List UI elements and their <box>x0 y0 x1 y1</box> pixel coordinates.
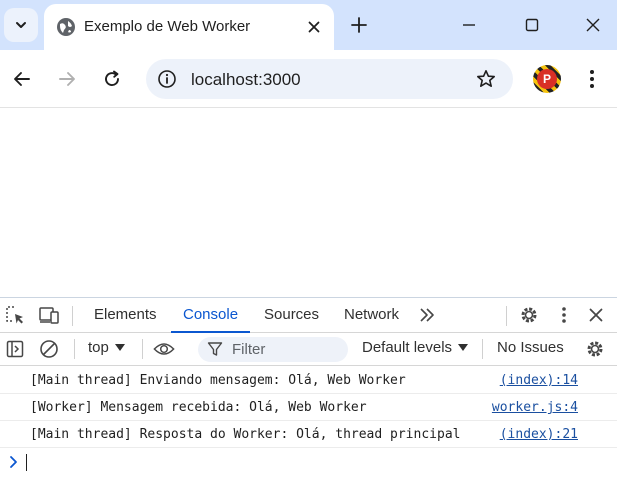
console-message-source-link[interactable]: (index):21 <box>500 427 578 442</box>
toolbar-divider <box>74 339 75 359</box>
reload-icon <box>105 70 119 86</box>
arrow-left-icon <box>14 72 30 86</box>
reload-button[interactable] <box>98 65 126 93</box>
minimize-button[interactable] <box>456 12 482 38</box>
console-settings-button[interactable] <box>584 338 606 360</box>
live-expression-button[interactable] <box>153 338 175 360</box>
devtools-tab-bar: Elements Console Sources Network <box>0 298 617 333</box>
issues-button[interactable]: No Issues <box>497 339 564 356</box>
caret-down-icon <box>458 343 469 351</box>
tab-console[interactable]: Console <box>170 298 251 333</box>
close-icon <box>589 308 603 322</box>
more-tabs-button[interactable] <box>416 304 438 326</box>
toolbar-divider <box>142 339 143 359</box>
address-url: localhost:3000 <box>191 70 301 89</box>
tab-title: Exemplo de Web Worker <box>84 18 251 35</box>
tab-network[interactable]: Network <box>344 298 399 332</box>
log-levels-value: Default levels <box>362 339 453 356</box>
devtools-panel: Elements Console Sources Network top Fil… <box>0 297 617 489</box>
close-icon <box>308 21 320 33</box>
console-message-source-link[interactable]: (index):14 <box>500 373 578 388</box>
console-message-source-link[interactable]: worker.js:4 <box>492 400 578 415</box>
console-prompt[interactable] <box>0 448 617 476</box>
chevron-right-icon <box>10 456 17 468</box>
globe-icon <box>57 18 75 36</box>
toolbar-divider <box>506 306 507 326</box>
back-button[interactable] <box>8 65 36 93</box>
inspect-icon <box>6 306 23 324</box>
profile-avatar[interactable]: P <box>533 65 561 93</box>
chevron-down-icon <box>16 22 26 28</box>
console-message: [Main thread] Enviando mensagem: Olá, We… <box>0 367 617 394</box>
more-vert-icon <box>590 70 594 88</box>
gear-icon <box>587 341 603 357</box>
console-message-text: [Main thread] Resposta do Worker: Olá, t… <box>30 427 461 442</box>
clear-console-button[interactable] <box>38 338 60 360</box>
bookmark-button[interactable] <box>475 68 497 90</box>
caret-down-icon <box>114 343 125 351</box>
forward-button[interactable] <box>53 65 81 93</box>
devtools-close-button[interactable] <box>585 304 607 326</box>
log-levels-dropdown[interactable]: Default levels <box>362 339 469 356</box>
console-filter-placeholder: Filter <box>232 341 266 358</box>
minimize-icon <box>463 24 475 26</box>
devtools-settings-button[interactable] <box>518 304 540 326</box>
gear-icon <box>521 307 537 323</box>
new-tab-button[interactable] <box>346 12 372 38</box>
site-info-button[interactable] <box>156 68 178 90</box>
tab-elements[interactable]: Elements <box>94 298 157 332</box>
context-selector[interactable]: top <box>88 339 125 356</box>
console-message: [Worker] Mensagem recebida: Olá, Web Wor… <box>0 394 617 421</box>
double-chevron-right-icon <box>420 308 434 322</box>
console-filter-input[interactable]: Filter <box>198 337 348 362</box>
console-sidebar-button[interactable] <box>4 338 26 360</box>
close-icon <box>586 18 600 32</box>
toolbar-divider <box>482 339 483 359</box>
console-message-text: [Worker] Mensagem recebida: Olá, Web Wor… <box>30 400 367 415</box>
device-toggle-icon <box>39 307 59 324</box>
text-caret <box>26 454 27 471</box>
eye-icon <box>153 343 175 355</box>
block-icon <box>40 340 58 358</box>
tab-close-button[interactable] <box>304 17 324 37</box>
toolbar-divider <box>72 306 73 326</box>
console-messages: [Main thread] Enviando mensagem: Olá, We… <box>0 367 617 476</box>
device-toolbar-button[interactable] <box>38 304 60 326</box>
console-message-text: [Main thread] Enviando mensagem: Olá, We… <box>30 373 406 388</box>
inspect-element-button[interactable] <box>4 304 26 326</box>
tab-strip: Exemplo de Web Worker <box>0 0 617 50</box>
sidebar-toggle-icon <box>6 340 24 358</box>
devtools-menu-button[interactable] <box>553 304 575 326</box>
tab-sources[interactable]: Sources <box>264 298 319 332</box>
console-toolbar: top Filter Default levels No Issues <box>0 333 617 366</box>
page-viewport <box>0 109 617 297</box>
context-selector-value: top <box>88 339 109 356</box>
more-vert-icon <box>562 307 566 323</box>
arrow-right-icon <box>59 72 75 86</box>
filter-icon <box>207 342 223 356</box>
maximize-button[interactable] <box>519 12 545 38</box>
browser-toolbar: localhost:3000 P <box>0 50 617 108</box>
tab-search-button[interactable] <box>4 8 38 42</box>
window-close-button[interactable] <box>580 12 606 38</box>
browser-tab[interactable]: Exemplo de Web Worker <box>44 4 334 50</box>
plus-icon <box>351 17 367 33</box>
site-info-icon <box>158 70 176 88</box>
address-bar[interactable]: localhost:3000 <box>146 59 513 99</box>
console-message: [Main thread] Resposta do Worker: Olá, t… <box>0 421 617 448</box>
maximize-icon <box>525 18 539 32</box>
star-icon <box>477 70 495 87</box>
profile-initial: P <box>537 69 557 89</box>
browser-menu-button[interactable] <box>578 65 606 93</box>
